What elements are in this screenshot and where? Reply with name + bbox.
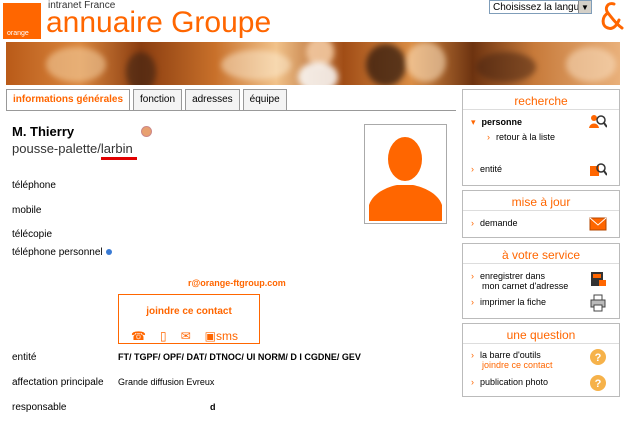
bullet-icon: › (471, 271, 474, 281)
mail-request-icon[interactable] (589, 215, 607, 233)
sidebar-question: une question › la barre d'outils joindre … (462, 323, 620, 397)
app-title: annuaire Groupe (46, 6, 272, 39)
field-label-mobile: mobile (12, 205, 42, 216)
sidebar-item-barre[interactable]: › la barre d'outils joindre ce contact (471, 350, 553, 370)
sidebar-service: à votre service › enregistrer dans mon ca… (462, 243, 620, 319)
responsable-value[interactable]: d (210, 402, 216, 412)
affectation-value: Grande diffusion Evreux (118, 377, 215, 387)
presence-status-icon (141, 126, 152, 137)
header: orange intranet France annuaire Groupe C… (0, 0, 640, 42)
sidebar-mise-a-jour: mise à jour › demande (462, 190, 620, 238)
email-link[interactable]: r@orange-ftgroup.com (188, 278, 286, 288)
sidebar-item-retour[interactable]: › retour à la liste (487, 132, 555, 142)
affectation-label: affectation principale (12, 377, 104, 388)
france-telecom-ampersand-icon (601, 2, 624, 30)
joindre-link[interactable]: joindre ce contact (482, 360, 553, 370)
language-select-value: Choisissez la langue (493, 1, 585, 13)
help-question-icon[interactable]: ? (589, 348, 607, 366)
sms-label: sms (215, 329, 238, 343)
personne-label: personne (481, 117, 523, 127)
logo-text: orange (7, 30, 29, 37)
bullet-icon: › (471, 218, 474, 228)
enregistrer-line2: mon carnet d'adresse (482, 281, 569, 291)
service-title: à votre service (463, 244, 619, 264)
question-title: une question (463, 324, 619, 344)
mise-a-jour-title: mise à jour (463, 191, 619, 211)
entite-label: entité (12, 352, 37, 363)
tab-divider (6, 110, 456, 111)
demande-label: demande (480, 218, 518, 228)
telephone-personnel-text: téléphone personnel (12, 247, 103, 258)
svg-text:?: ? (595, 378, 602, 390)
publication-label: publication photo (480, 377, 549, 387)
chevron-down-icon[interactable]: ▼ (578, 1, 591, 13)
person-role: pousse-palette/larbin (12, 141, 133, 156)
orange-logo[interactable]: orange (3, 3, 41, 39)
profile-photo (364, 124, 447, 224)
bullet-icon: › (471, 297, 474, 307)
enregistrer-line1: enregistrer dans (480, 271, 546, 281)
sidebar-item-personne[interactable]: ▾ personne (471, 117, 522, 128)
entite-value: FT/ TGPF/ OPF/ DAT/ DTNOC/ UI NORM/ D I … (118, 352, 361, 362)
tab-informations-generales[interactable]: informations générales (6, 89, 131, 111)
barre-label: la barre d'outils (480, 350, 541, 360)
sidebar-item-enregistrer[interactable]: › enregistrer dans mon carnet d'adresse (471, 271, 568, 291)
sms-button[interactable]: ▣sms (205, 329, 238, 343)
header-banner-image (6, 42, 620, 85)
phone-icon[interactable]: ☎ (131, 329, 146, 343)
language-select[interactable]: Choisissez la langue ▼ (489, 0, 592, 14)
sidebar-item-publication[interactable]: › publication photo (471, 377, 548, 387)
avatar-silhouette-icon (367, 127, 444, 221)
entity-search-icon[interactable] (589, 160, 607, 178)
field-label-telephone-personnel: téléphone personnel (12, 247, 113, 258)
entite-search-label: entité (480, 164, 503, 174)
mobile-phone-icon[interactable]: ▯ (160, 329, 167, 343)
help-question-icon[interactable]: ? (589, 374, 607, 392)
address-book-icon[interactable] (589, 270, 607, 288)
bullet-icon: › (487, 132, 490, 142)
tab-bar: informations générales fonction adresses… (6, 89, 290, 111)
retour-label: retour à la liste (496, 132, 556, 142)
svg-text:?: ? (595, 352, 602, 364)
contact-icons: ☎ ▯ ✉ ▣sms (131, 329, 238, 343)
recherche-title: recherche (463, 90, 619, 110)
field-label-telecopie: télécopie (12, 229, 53, 240)
bullet-icon: › (471, 164, 474, 174)
tab-adresses[interactable]: adresses (185, 89, 240, 110)
sidebar-item-imprimer[interactable]: › imprimer la fiche (471, 297, 546, 307)
red-underline-annotation (101, 157, 137, 160)
sidebar-recherche: recherche ▾ personne › retour à la liste ›… (462, 89, 620, 186)
tab-equipe[interactable]: équipe (242, 89, 287, 110)
sms-icon: ▣ (204, 329, 216, 343)
bullet-down-icon: ▾ (471, 117, 476, 127)
bullet-icon: › (471, 377, 474, 387)
sidebar-item-demande[interactable]: › demande (471, 218, 518, 228)
person-name: M. Thierry (12, 124, 75, 139)
contact-box: joindre ce contact ☎ ▯ ✉ ▣sms (118, 294, 260, 344)
person-search-icon[interactable] (589, 112, 607, 130)
responsable-label: responsable (12, 402, 67, 413)
tab-fonction[interactable]: fonction (133, 89, 183, 110)
imprimer-label: imprimer la fiche (480, 297, 547, 307)
email-icon[interactable]: ✉ (181, 329, 191, 343)
info-icon[interactable] (106, 249, 113, 256)
sidebar-item-entite[interactable]: › entité (471, 164, 502, 174)
bullet-icon: › (471, 350, 474, 360)
printer-icon[interactable] (589, 294, 607, 312)
field-label-telephone: téléphone (12, 180, 56, 191)
contact-title: joindre ce contact (146, 306, 232, 317)
